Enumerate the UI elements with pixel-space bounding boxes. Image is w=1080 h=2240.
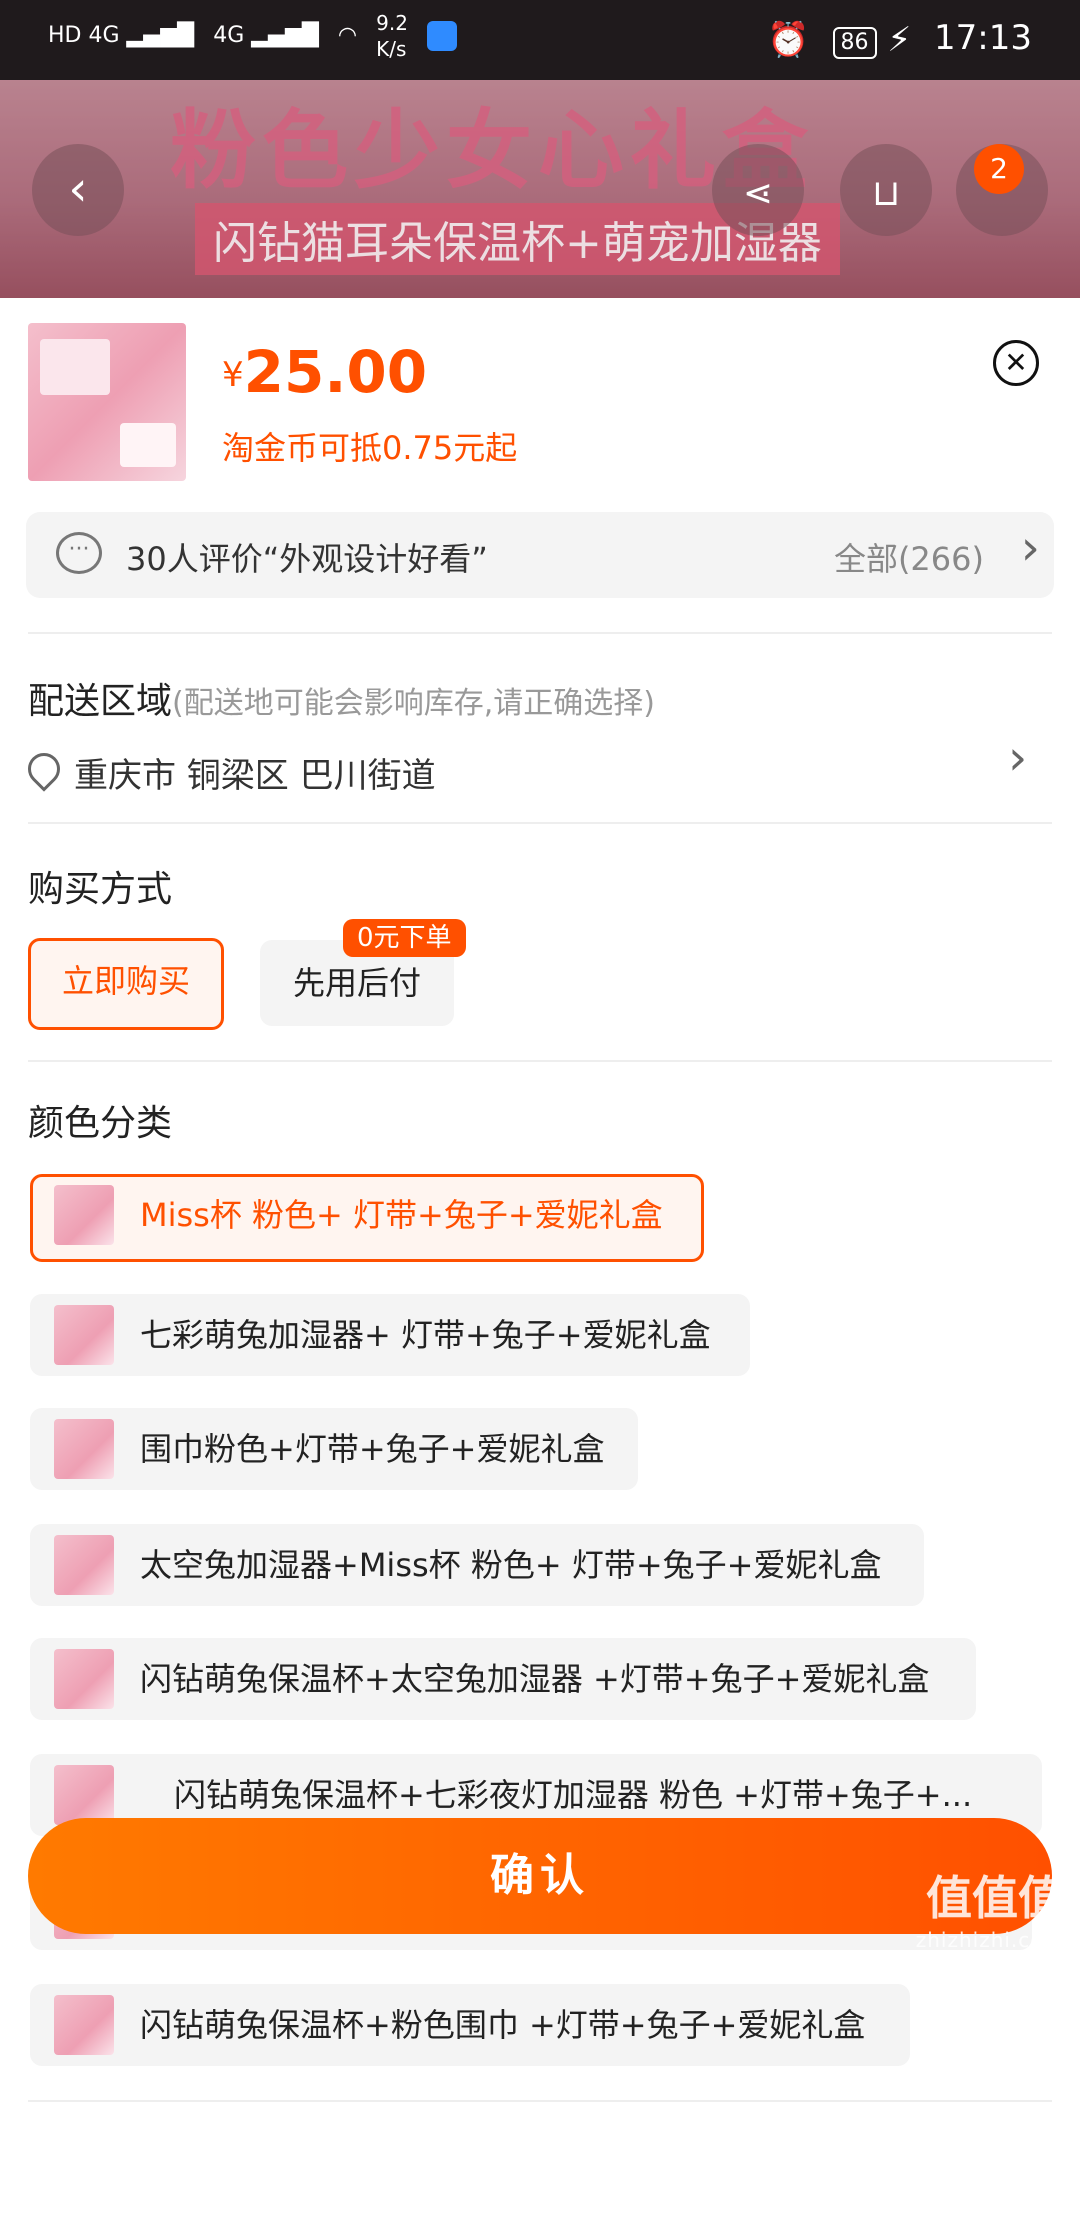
price: ¥25.00 — [222, 338, 427, 406]
close-button[interactable]: ✕ — [993, 340, 1039, 386]
confirm-button[interactable]: 确认 — [28, 1818, 1052, 1934]
variant-option[interactable]: 闪钻萌兔保温杯+太空兔加湿器 +灯带+兔子+爱妮礼盒 — [30, 1638, 976, 1720]
shipping-address-row[interactable]: 重庆市 铜梁区 巴川街道 — [21, 746, 436, 797]
variant-thumbnail — [54, 1419, 114, 1479]
review-summary-bar[interactable]: ··· 30人评价“外观设计好看” 全部(266) › — [26, 512, 1054, 598]
product-banner: 粉色少女心礼盒 闪钻猫耳朵保温杯+萌宠加湿器 ‹ ⋖ ⊔ 2 — [0, 80, 1080, 298]
variant-option[interactable]: Miss杯 粉色+ 灯带+兔子+爱妮礼盒 — [30, 1174, 704, 1262]
back-button[interactable]: ‹ — [32, 144, 124, 236]
location-pin-icon — [21, 746, 67, 792]
status-left: HD 4G ▂▄▆█ 4G ▂▄▆█ ◠ 9.2 K/s — [48, 10, 457, 62]
status-right: ⏰ 86 ⚡ 17:13 — [767, 18, 1032, 60]
divider — [28, 632, 1052, 634]
variant-label: Miss杯 粉色+ 灯带+兔子+爱妮礼盒 — [140, 1196, 663, 1234]
variant-option[interactable]: 闪钻萌兔保温杯+粉色围巾 +灯带+兔子+爱妮礼盒 — [30, 1984, 910, 2066]
divider — [28, 2100, 1052, 2102]
cart-count-badge: 2 — [974, 144, 1024, 194]
shield-icon — [426, 21, 457, 51]
shipping-title: 配送区域(配送地可能会影响库存,请正确选择) — [28, 672, 655, 724]
variant-thumbnail — [54, 1995, 114, 2055]
chevron-right-icon: › — [1020, 520, 1040, 576]
price-value: 25.00 — [243, 338, 428, 406]
variant-thumbnail — [54, 1305, 114, 1365]
battery-level: 86 — [832, 27, 877, 59]
variant-option[interactable]: 太空兔加湿器+Miss杯 粉色+ 灯带+兔子+爱妮礼盒 — [30, 1524, 924, 1606]
zero-down-tag: 0元下单 — [343, 919, 466, 957]
variant-label: 围巾粉色+灯带+兔子+爱妮礼盒 — [140, 1430, 605, 1468]
share-icon: ⋖ — [742, 173, 774, 214]
variant-label: 七彩萌兔加湿器+ 灯带+兔子+爱妮礼盒 — [140, 1316, 711, 1354]
wifi-icon: ◠ — [337, 23, 358, 48]
net-speed: 9.2 K/s — [376, 11, 408, 61]
status-bar: HD 4G ▂▄▆█ 4G ▂▄▆█ ◠ 9.2 K/s ⏰ 86 ⚡ 17:1… — [0, 0, 1080, 80]
review-summary: 30人评价“外观设计好看” — [126, 540, 488, 578]
cart-icon: ⊔ — [871, 173, 901, 214]
variant-thumbnail — [54, 1765, 114, 1825]
back-arrow-icon: ‹ — [68, 161, 88, 217]
variant-thumbnail — [54, 1649, 114, 1709]
variant-label: 太空兔加湿器+Miss杯 粉色+ 灯带+兔子+爱妮礼盒 — [140, 1546, 882, 1584]
chevron-right-icon[interactable]: › — [1008, 730, 1027, 786]
shipping-title-text: 配送区域 — [28, 681, 173, 722]
share-button[interactable]: ⋖ — [712, 144, 804, 236]
cart-button[interactable]: ⊔ — [840, 144, 932, 236]
variant-label: 闪钻萌兔保温杯+粉色围巾 +灯带+兔子+爱妮礼盒 — [140, 2006, 866, 2044]
currency-symbol: ¥ — [222, 355, 244, 395]
color-title: 颜色分类 — [28, 1103, 173, 1144]
buy-now-option[interactable]: 立即购买 — [28, 938, 224, 1030]
clock: 17:13 — [934, 18, 1032, 58]
divider — [28, 822, 1052, 824]
product-thumbnail[interactable] — [28, 323, 186, 481]
review-all-count: 全部(266) — [833, 540, 984, 578]
purchase-title: 购买方式 — [28, 869, 173, 910]
shipping-hint: (配送地可能会影响库存,请正确选择) — [172, 686, 655, 721]
more-button[interactable]: 2 — [956, 144, 1048, 236]
variant-option[interactable]: 围巾粉色+灯带+兔子+爱妮礼盒 — [30, 1408, 638, 1490]
variant-thumbnail — [54, 1185, 114, 1245]
variant-option[interactable]: 七彩萌兔加湿器+ 灯带+兔子+爱妮礼盒 — [30, 1294, 750, 1376]
variant-thumbnail — [54, 1535, 114, 1595]
close-icon: ✕ — [1004, 346, 1028, 379]
signal-icon: HD 4G ▂▄▆█ — [48, 23, 195, 48]
shipping-address: 重庆市 铜梁区 巴川街道 — [74, 756, 436, 796]
charging-icon: ⚡ — [887, 19, 912, 60]
alarm-icon: ⏰ — [767, 19, 810, 60]
variant-label: 闪钻萌兔保温杯+太空兔加湿器 +灯带+兔子+爱妮礼盒 — [140, 1660, 930, 1698]
comment-icon: ··· — [56, 532, 102, 574]
watermark: 值值值 zhizhizhi.com — [916, 1862, 1064, 1952]
coin-discount-text: 淘金币可抵0.75元起 — [222, 429, 518, 467]
watermark-mark: 值值值 — [926, 1871, 1064, 1925]
signal-icon-2: 4G ▂▄▆█ — [213, 23, 319, 48]
watermark-site: zhizhizhi.com — [915, 1928, 1064, 1952]
divider — [28, 1060, 1052, 1062]
